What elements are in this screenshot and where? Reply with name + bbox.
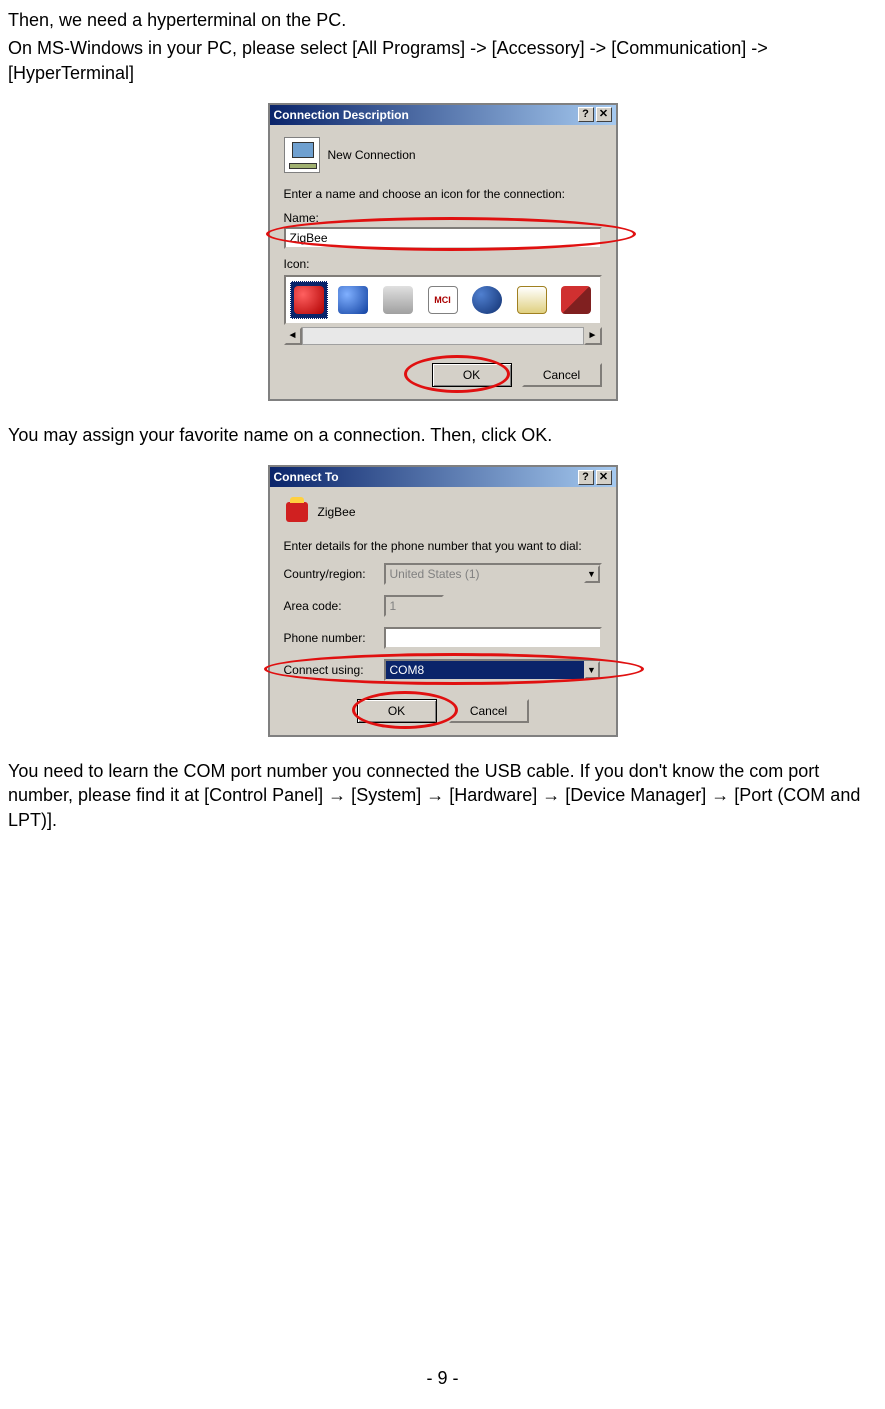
- phone-input[interactable]: [384, 627, 602, 649]
- final-paragraph: You need to learn the COM port number yo…: [8, 759, 877, 832]
- icon-option-1[interactable]: [290, 281, 329, 319]
- help-button[interactable]: ?: [578, 470, 594, 485]
- icon-option-7[interactable]: [557, 281, 596, 319]
- country-value: United States (1): [390, 567, 480, 581]
- mid-paragraph: You may assign your favorite name on a c…: [8, 423, 877, 447]
- connection-icon: [284, 499, 310, 525]
- area-code-label: Area code:: [284, 599, 384, 613]
- dialog1-title: Connection Description: [274, 108, 576, 122]
- connect-to-dialog: Connect To ? ✕ ZigBee Enter details for …: [268, 465, 618, 737]
- new-connection-icon: [284, 137, 320, 173]
- icon-option-3[interactable]: [379, 281, 418, 319]
- intro-line-2: On MS-Windows in your PC, please select …: [8, 36, 877, 85]
- icon-selector[interactable]: MCI: [284, 275, 602, 325]
- area-code-input: [384, 595, 444, 617]
- icon-scrollbar[interactable]: ◄ ►: [284, 327, 602, 345]
- page-number: - 9 -: [0, 1368, 885, 1389]
- dialog1-titlebar: Connection Description ? ✕: [270, 105, 616, 125]
- connect-using-label: Connect using:: [284, 663, 384, 677]
- name-label: Name:: [284, 211, 602, 225]
- close-button[interactable]: ✕: [596, 470, 612, 485]
- dialog2-prompt: Enter details for the phone number that …: [284, 539, 602, 553]
- name-input[interactable]: [284, 227, 602, 249]
- dialog1-prompt: Enter a name and choose an icon for the …: [284, 187, 602, 201]
- connection-description-dialog: Connection Description ? ✕ New Connectio…: [268, 103, 618, 401]
- ok-button[interactable]: OK: [432, 363, 512, 387]
- icon-option-5[interactable]: [468, 281, 507, 319]
- connect-using-combo[interactable]: COM8 ▼: [384, 659, 602, 681]
- icon-label: Icon:: [284, 257, 602, 271]
- close-button[interactable]: ✕: [596, 107, 612, 122]
- intro-line-1: Then, we need a hyperterminal on the PC.: [8, 8, 877, 32]
- icon-option-2[interactable]: [334, 281, 373, 319]
- cancel-button[interactable]: Cancel: [522, 363, 602, 387]
- icon-option-4[interactable]: MCI: [423, 281, 462, 319]
- help-button[interactable]: ?: [578, 107, 594, 122]
- connection-name: ZigBee: [318, 505, 356, 519]
- dialog2-title: Connect To: [274, 470, 576, 484]
- scroll-left-button[interactable]: ◄: [284, 327, 302, 345]
- country-label: Country/region:: [284, 567, 384, 581]
- cancel-button[interactable]: Cancel: [449, 699, 529, 723]
- chevron-down-icon[interactable]: ▼: [584, 661, 600, 679]
- connect-using-value: COM8: [390, 663, 425, 677]
- chevron-down-icon: ▼: [584, 565, 600, 583]
- phone-label: Phone number:: [284, 631, 384, 645]
- new-connection-label: New Connection: [328, 148, 416, 162]
- icon-option-6[interactable]: [512, 281, 551, 319]
- ok-button[interactable]: OK: [357, 699, 437, 723]
- dialog2-titlebar: Connect To ? ✕: [270, 467, 616, 487]
- country-combo: United States (1) ▼: [384, 563, 602, 585]
- scroll-right-button[interactable]: ►: [584, 327, 602, 345]
